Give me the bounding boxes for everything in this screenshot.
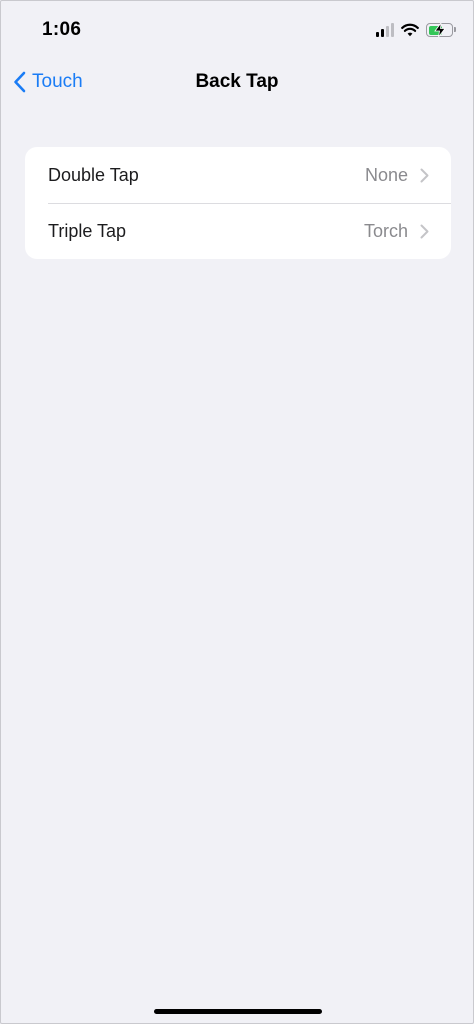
charging-bolt-icon [434,23,446,37]
status-time: 1:06 [42,19,82,40]
wifi-icon [401,23,419,37]
double-tap-value: None [364,164,408,185]
chevron-right-icon [420,224,429,239]
home-indicator[interactable] [154,1009,322,1014]
double-tap-label: Double Tap [48,164,139,185]
cellular-signal-icon [376,23,394,37]
screen: 1:06 Touch Back Tap Double Tap None Trip… [0,0,474,1024]
battery-cap [454,27,456,32]
triple-tap-label: Triple Tap [48,220,127,241]
status-icons [376,20,456,40]
page-title: Back Tap [195,71,279,92]
triple-tap-value: Torch [363,220,408,241]
navigation-bar: Touch Back Tap [1,57,473,107]
back-tap-settings-group: Double Tap None Triple Tap Torch [25,147,451,259]
status-bar: 1:06 [1,1,473,57]
double-tap-row[interactable]: Double Tap None [25,147,451,203]
chevron-right-icon [420,168,429,183]
battery-charging-icon [426,23,456,37]
triple-tap-row[interactable]: Triple Tap Torch [25,203,451,259]
